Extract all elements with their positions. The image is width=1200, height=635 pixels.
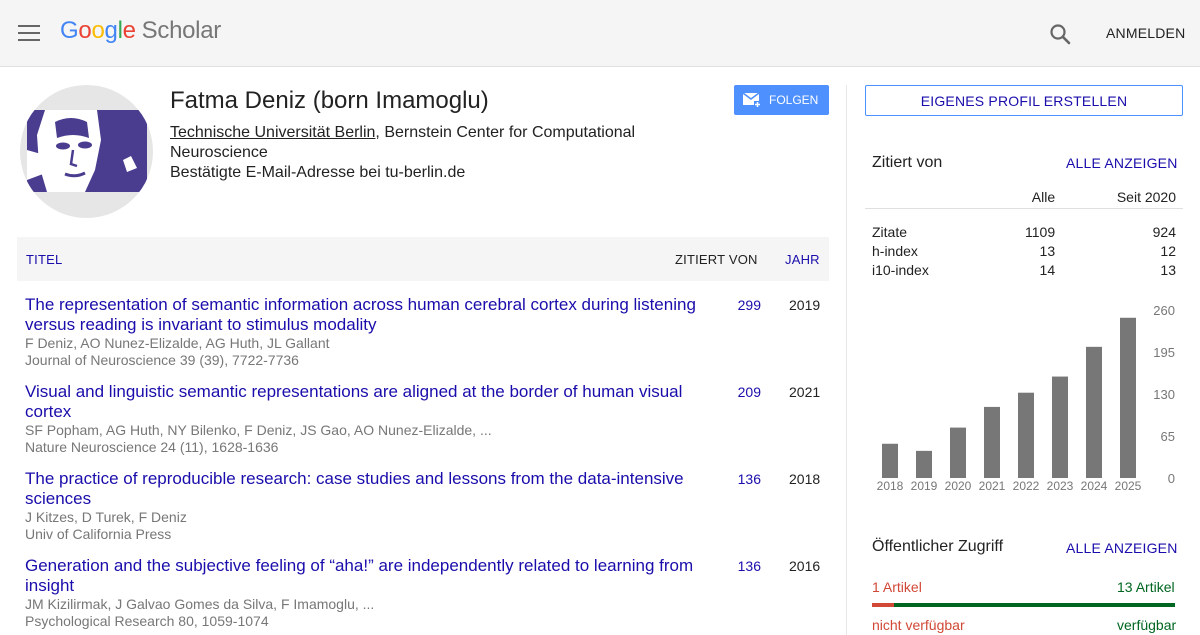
affiliation-link[interactable]: Technische Universität Berlin <box>170 124 375 141</box>
profile-photo <box>27 110 147 192</box>
article-year: 2019 <box>789 297 821 313</box>
chart-bar-2020[interactable] <box>950 427 966 478</box>
metric-label[interactable]: i10-index <box>865 260 994 279</box>
cited-by-heading: Zitiert von <box>872 154 943 171</box>
metric-since: 13 <box>1160 261 1176 278</box>
unavailable-label: nicht verfügbar <box>872 617 965 633</box>
article-venue: Psychological Research 80, 1059-1074 <box>25 613 269 629</box>
metric-row: i10-index 14 13 <box>865 260 1183 279</box>
article-row: Visual and linguistic semantic represent… <box>25 382 825 456</box>
article-authors: J Kitzes, D Turek, F Deniz <box>25 509 187 525</box>
chart-y-tick-label: 130 <box>1153 387 1175 402</box>
sort-by-year[interactable]: JAHR <box>785 252 820 267</box>
hamburger-menu-icon[interactable] <box>18 25 40 41</box>
metric-all: 1109 <box>1025 223 1056 240</box>
available-count[interactable]: 13 Artikel <box>1117 579 1175 595</box>
article-authors: F Deniz, AO Nunez-Elizalde, AG Huth, JL … <box>25 335 330 351</box>
chart-x-tick-label: 2021 <box>979 479 1006 493</box>
chart-bar-2025[interactable] <box>1120 317 1136 478</box>
chart-x-tick-label: 2018 <box>877 479 904 493</box>
article-venue: Nature Neuroscience 24 (11), 1628-1636 <box>25 439 279 455</box>
logo-suffix: Scholar <box>141 17 222 44</box>
google-scholar-logo[interactable]: Google Scholar <box>60 17 221 45</box>
article-row: The representation of semantic informati… <box>25 295 825 369</box>
available-label: verfügbar <box>1117 617 1177 633</box>
article-title[interactable]: Generation and the subjective feeling of… <box>25 556 705 596</box>
article-title[interactable]: The representation of semantic informati… <box>25 295 705 335</box>
article-year: 2016 <box>789 558 821 574</box>
public-access-bar <box>872 603 1175 607</box>
metric-all: 14 <box>1039 261 1056 278</box>
article-year: 2021 <box>789 384 821 400</box>
chart-y-tick-label: 195 <box>1153 345 1175 360</box>
unavailable-bar-fill <box>872 603 894 607</box>
citations-per-year-chart: 2018 2019 2020 2021 2022 2023 2024 2025 260 195 13… <box>877 303 1175 493</box>
article-authors: JM Kizilirmak, J Galvao Gomes da Silva, … <box>25 596 375 612</box>
follow-mail-icon <box>743 92 761 108</box>
cited-by-show-all-link[interactable]: ALLE ANZEIGEN <box>1066 155 1178 171</box>
metrics-header-spacer <box>865 186 994 208</box>
sort-by-title[interactable]: TITEL <box>26 252 62 267</box>
chart-bar-2022[interactable] <box>1018 392 1034 478</box>
article-cites[interactable]: 209 <box>725 384 761 400</box>
col-all-header: Alle <box>1031 188 1056 205</box>
article-venue: Journal of Neuroscience 39 (39), 7722-77… <box>25 352 299 368</box>
unavailable-count[interactable]: 1 Artikel <box>872 579 922 595</box>
profile-name: Fatma Deniz (born Imamoglu) <box>170 87 489 114</box>
search-icon[interactable] <box>1048 22 1072 46</box>
chart-x-tick-label: 2022 <box>1013 479 1040 493</box>
col-since-header: Seit 2020 <box>1116 188 1176 205</box>
public-access-heading: Öffentlicher Zugriff <box>872 538 1004 555</box>
chart-x-tick-label: 2025 <box>1115 479 1142 493</box>
chart-x-tick-label: 2020 <box>945 479 972 493</box>
chart-y-tick-label: 65 <box>1161 429 1175 444</box>
create-profile-button[interactable]: EIGENES PROFIL ERSTELLEN <box>865 85 1183 116</box>
chart-bar-2018[interactable] <box>882 443 898 478</box>
article-cites[interactable]: 299 <box>725 297 761 313</box>
chart-x-tick-label: 2019 <box>911 479 938 493</box>
metric-row: Zitate 1109 924 <box>865 222 1183 241</box>
metric-all: 13 <box>1039 242 1056 259</box>
article-venue: Univ of California Press <box>25 526 172 542</box>
metric-since: 924 <box>1152 223 1176 240</box>
metric-label[interactable]: h-index <box>865 241 994 260</box>
article-row: The practice of reproducible research: c… <box>25 469 825 543</box>
metric-since: 12 <box>1160 242 1176 259</box>
articles-table-header: TITEL ZITIERT VON JAHR <box>17 237 829 281</box>
public-access-show-all-link[interactable]: ALLE ANZEIGEN <box>1066 540 1178 556</box>
follow-label: FOLGEN <box>769 93 819 107</box>
chart-y-tick-label: 260 <box>1153 303 1175 318</box>
chart-bar-2024[interactable] <box>1086 346 1102 478</box>
sort-by-cited[interactable]: ZITIERT VON <box>675 252 758 267</box>
verified-email: Bestätigte E-Mail-Adresse bei tu-berlin.… <box>170 164 466 181</box>
top-bar: Google Scholar ANMELDEN <box>0 0 1200 67</box>
article-authors: SF Popham, AG Huth, NY Bilenko, F Deniz,… <box>25 422 492 438</box>
chart-bar-2023[interactable] <box>1052 376 1068 478</box>
chart-bar-2019[interactable] <box>916 450 932 478</box>
article-title[interactable]: Visual and linguistic semantic represent… <box>25 382 705 422</box>
signin-button[interactable]: ANMELDEN <box>1106 25 1185 41</box>
metric-label[interactable]: Zitate <box>865 222 994 241</box>
avatar <box>20 85 153 218</box>
citation-metrics-table: Alle Seit 2020 Zitate 1109 924 h-index 1… <box>865 186 1183 279</box>
chart-y-tick-label: 0 <box>1168 471 1175 486</box>
article-row: Generation and the subjective feeling of… <box>25 556 825 630</box>
article-title[interactable]: The practice of reproducible research: c… <box>25 469 705 509</box>
article-cites[interactable]: 136 <box>725 558 761 574</box>
metric-row: h-index 13 12 <box>865 241 1183 260</box>
affiliation: Technische Universität Berlin, Bernstein… <box>170 123 690 163</box>
chart-x-tick-label: 2023 <box>1047 479 1074 493</box>
follow-button[interactable]: FOLGEN <box>734 85 829 115</box>
chart-x-tick-label: 2024 <box>1081 479 1108 493</box>
article-year: 2018 <box>789 471 821 487</box>
chart-bar-2021[interactable] <box>984 406 1000 478</box>
article-cites[interactable]: 136 <box>725 471 761 487</box>
column-divider <box>846 85 847 635</box>
